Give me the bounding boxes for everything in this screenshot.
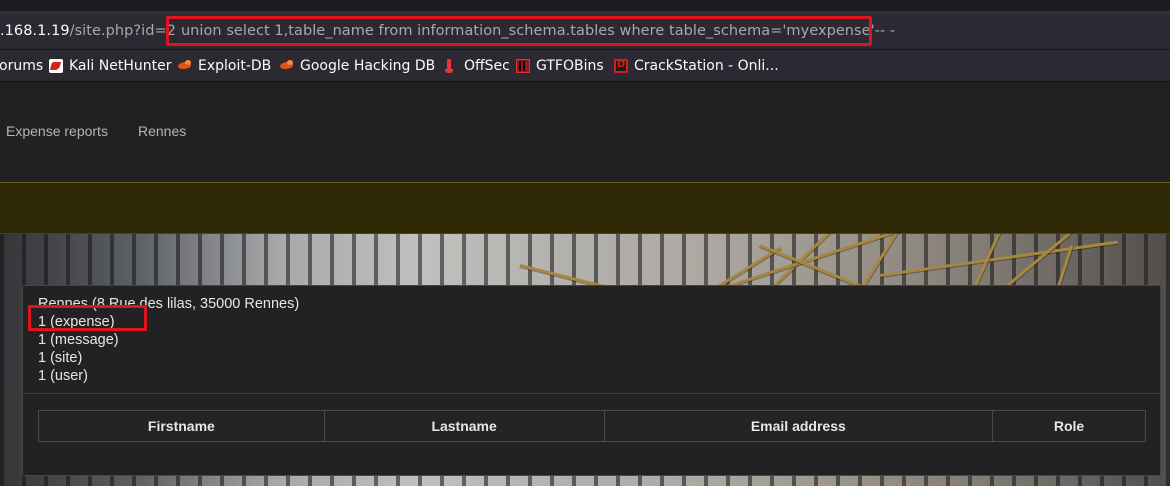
accent-band xyxy=(0,182,1170,234)
bookmark-google-hacking-db[interactable]: Google Hacking DB xyxy=(280,57,435,75)
bookmark-label: orums xyxy=(0,58,44,74)
column-header-firstname[interactable]: Firstname xyxy=(38,410,325,442)
gtfobins-icon xyxy=(516,59,530,73)
injected-row-message: 1 (message) xyxy=(38,332,119,348)
bookmark-label: Kali NetHunter xyxy=(69,58,172,74)
url-host: .168.1.19 xyxy=(0,23,70,39)
injected-row-user: 1 (user) xyxy=(38,368,88,384)
bookmarks-toolbar: orums Kali NetHunter Exploit-DB Google H… xyxy=(0,50,1170,82)
bookmark-label: Exploit-DB xyxy=(198,58,272,74)
bookmark-label: GTFOBins xyxy=(536,58,604,74)
nav-expense-reports[interactable]: Expense reports xyxy=(6,123,108,139)
bookmark-offsec[interactable]: OffSec xyxy=(444,57,510,75)
site-card: Rennes (8 Rue des lilas, 35000 Rennes) 1… xyxy=(22,285,1161,476)
users-table: Firstname Lastname Email address Role xyxy=(38,410,1146,442)
column-header-role[interactable]: Role xyxy=(992,410,1146,442)
column-header-lastname[interactable]: Lastname xyxy=(323,410,605,442)
exploit-db-icon xyxy=(178,59,192,73)
address-bar[interactable]: .168.1.19/site.php?id=2 union select 1,ta… xyxy=(0,12,1170,50)
table-header-row: Firstname Lastname Email address Role xyxy=(38,410,1146,442)
tab-strip xyxy=(0,0,1170,12)
bookmark-label: OffSec xyxy=(464,58,510,74)
expense-highlight-box xyxy=(28,305,147,331)
bookmark-label: Google Hacking DB xyxy=(300,58,436,74)
bookmark-exploit-db[interactable]: Exploit-DB xyxy=(178,57,271,75)
bookmark-forums[interactable]: orums xyxy=(0,57,43,75)
crackstation-icon xyxy=(614,59,628,73)
bookmark-label: CrackStation - Onli... xyxy=(634,58,779,74)
bookmark-gtfobins[interactable]: GTFOBins xyxy=(516,57,604,75)
offsec-icon xyxy=(444,59,458,73)
column-header-email[interactable]: Email address xyxy=(603,410,994,442)
card-divider xyxy=(23,393,1160,394)
injected-row-site: 1 (site) xyxy=(38,350,83,366)
kali-icon xyxy=(49,59,63,73)
site-navbar: Expense reports Rennes xyxy=(0,82,1170,182)
bookmark-kali-nethunter[interactable]: Kali NetHunter xyxy=(49,57,171,75)
ghdb-icon xyxy=(280,59,294,73)
url-highlight-box xyxy=(166,16,872,46)
bookmark-crackstation[interactable]: CrackStation - Onli... xyxy=(614,57,779,75)
nav-rennes[interactable]: Rennes xyxy=(138,123,186,139)
url-path: /site.php?id=2 xyxy=(69,23,176,39)
